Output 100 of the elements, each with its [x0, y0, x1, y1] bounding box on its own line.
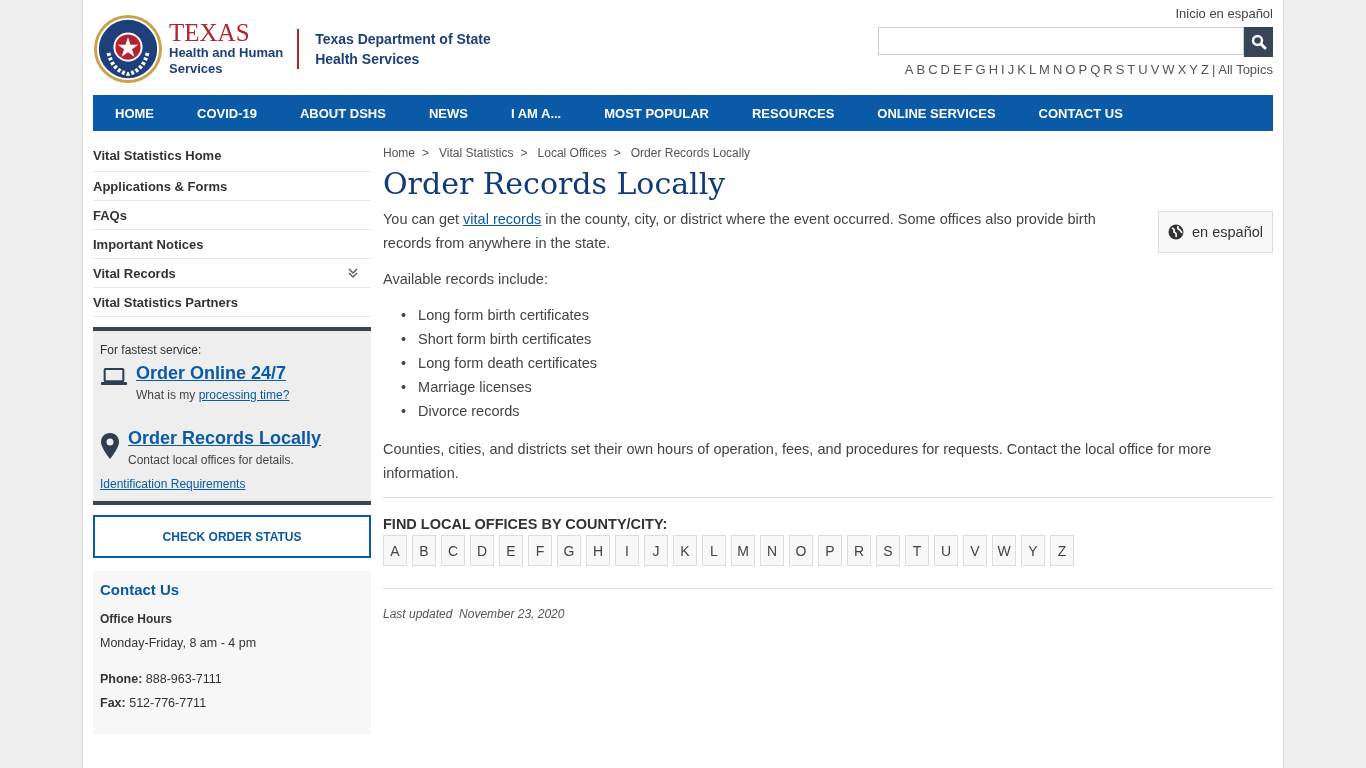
sidebar-item[interactable]: Important Notices: [93, 230, 371, 259]
az-letter-link[interactable]: J: [1007, 62, 1015, 77]
sidebar-item[interactable]: Vital Records: [93, 259, 371, 288]
county-letter-button[interactable]: I: [615, 535, 639, 566]
az-letter-link[interactable]: B: [916, 62, 926, 77]
az-letter-link[interactable]: D: [940, 62, 950, 77]
hours-label: Office Hours: [100, 612, 172, 626]
hours-paragraph: Counties, cities, and districts set their own hours of operation, fees, and procedures for requests. Contact the local office for more information.: [383, 440, 1213, 483]
county-letter-button[interactable]: N: [760, 535, 784, 566]
county-letter-button[interactable]: L: [702, 535, 726, 566]
county-letter-button[interactable]: W: [992, 535, 1016, 566]
az-letter-link[interactable]: P: [1078, 62, 1088, 77]
nav-link[interactable]: CONTACT US: [1028, 105, 1133, 121]
identification-link[interactable]: Identification Requirements: [100, 477, 246, 491]
county-letter-button[interactable]: K: [673, 535, 697, 566]
breadcrumb-link[interactable]: Order Records Locally: [630, 146, 751, 160]
az-letter-link[interactable]: C: [928, 62, 938, 77]
az-letter-link[interactable]: Y: [1189, 62, 1198, 77]
county-letter-button[interactable]: Z: [1050, 535, 1074, 566]
double-chevron-icon[interactable]: [347, 267, 359, 279]
language-button[interactable]: en español: [1158, 211, 1273, 253]
sidebar-item[interactable]: Vital Statistics Home: [93, 146, 371, 172]
az-letter-link[interactable]: T: [1127, 62, 1136, 77]
sidebar-item[interactable]: Applications & Forms: [93, 172, 371, 201]
spanish-home-link[interactable]: Inicio en español: [1175, 6, 1273, 21]
order-locally-link[interactable]: Order Records Locally: [128, 428, 322, 448]
az-letter-link[interactable]: S: [1115, 62, 1125, 77]
nav-link[interactable]: HOME: [105, 105, 164, 121]
county-letter-button[interactable]: O: [789, 535, 813, 566]
sidebar-link[interactable]: Applications & Forms: [93, 178, 228, 194]
county-letter-button[interactable]: V: [963, 535, 987, 566]
globe-icon: [1168, 224, 1185, 240]
az-letter-link[interactable]: U: [1138, 62, 1148, 77]
county-letter-button[interactable]: B: [412, 535, 436, 566]
az-letter-link[interactable]: R: [1103, 62, 1113, 77]
az-letter-link[interactable]: Z: [1200, 62, 1209, 77]
county-letter-button[interactable]: S: [876, 535, 900, 566]
processing-time-link[interactable]: processing time?: [198, 388, 290, 402]
county-letter-button[interactable]: M: [731, 535, 755, 566]
contact-heading: Contact Us: [100, 581, 180, 598]
breadcrumb-separator: >: [613, 146, 621, 160]
county-letter-button[interactable]: J: [644, 535, 668, 566]
nav-link[interactable]: COVID-19: [187, 105, 267, 121]
az-letter-link[interactable]: F: [964, 62, 973, 77]
panel-intro: For fastest service:: [100, 343, 203, 357]
nav-link[interactable]: MOST POPULAR: [594, 105, 719, 121]
records-heading: Available records include:: [383, 270, 549, 289]
az-separator: |: [1211, 62, 1216, 77]
search-button[interactable]: [1244, 27, 1273, 57]
az-letter-link[interactable]: G: [975, 62, 986, 77]
breadcrumb-link[interactable]: Home: [383, 146, 415, 160]
nav-link[interactable]: NEWS: [418, 105, 478, 121]
county-letter-button[interactable]: A: [383, 535, 407, 566]
az-letter-link[interactable]: V: [1150, 62, 1160, 77]
nav-link[interactable]: RESOURCES: [741, 105, 845, 121]
nav-link[interactable]: I AM A...: [500, 105, 572, 121]
az-letter-link[interactable]: I: [1001, 62, 1005, 77]
sidebar-link[interactable]: Important Notices: [93, 236, 204, 252]
breadcrumb-link[interactable]: Vital Statistics: [439, 146, 514, 160]
county-letter-button[interactable]: D: [470, 535, 494, 566]
sidebar-item[interactable]: FAQs: [93, 201, 371, 230]
county-letter-button[interactable]: E: [499, 535, 523, 566]
county-letter-button[interactable]: P: [818, 535, 842, 566]
az-letter-link[interactable]: L: [1028, 62, 1037, 77]
sidebar-item[interactable]: Vital Statistics Partners: [93, 288, 371, 317]
az-letter-link[interactable]: X: [1177, 62, 1187, 77]
county-letter-button[interactable]: C: [441, 535, 465, 566]
logo-subtitle: Health and Human Services: [169, 44, 284, 77]
check-status-button[interactable]: CHECK ORDER STATUS: [93, 515, 371, 558]
bullet: •: [401, 402, 407, 421]
sidebar-link[interactable]: Vital Statistics Partners: [93, 294, 238, 310]
az-letter-link[interactable]: W: [1162, 62, 1175, 77]
county-letter-button[interactable]: R: [847, 535, 871, 566]
nav-link[interactable]: ABOUT DSHS: [289, 105, 396, 121]
az-letter-link[interactable]: M: [1039, 62, 1050, 77]
az-letter-link[interactable]: E: [952, 62, 962, 77]
nav-link[interactable]: ONLINE SERVICES: [867, 105, 1006, 121]
vital-records-link[interactable]: vital records: [463, 211, 542, 227]
az-letter-link[interactable]: H: [988, 62, 999, 77]
sidebar-link[interactable]: FAQs: [93, 207, 127, 223]
all-topics-link[interactable]: All Topics: [1218, 62, 1273, 77]
az-letter-link[interactable]: N: [1052, 62, 1063, 77]
az-letter-link[interactable]: K: [1017, 62, 1026, 77]
az-letter-link[interactable]: Q: [1090, 62, 1101, 77]
find-heading: FIND LOCAL OFFICES BY COUNTY/CITY:: [383, 516, 669, 532]
county-letter-button[interactable]: U: [934, 535, 958, 566]
az-letter-link[interactable]: O: [1065, 62, 1076, 77]
sidebar-link[interactable]: Vital Statistics Home: [93, 148, 222, 163]
breadcrumb-separator: >: [422, 146, 430, 160]
az-letter-link[interactable]: A: [904, 62, 914, 77]
county-letter-button[interactable]: T: [905, 535, 929, 566]
page-title: Order Records Locally: [383, 166, 727, 201]
county-letter-button[interactable]: H: [586, 535, 610, 566]
search-field[interactable]: [878, 27, 1244, 55]
sidebar-link[interactable]: Vital Records: [93, 265, 176, 281]
breadcrumb-link[interactable]: Local Offices: [537, 146, 607, 160]
county-letter-button[interactable]: Y: [1021, 535, 1045, 566]
county-letter-button[interactable]: F: [528, 535, 552, 566]
county-letter-button[interactable]: G: [557, 535, 581, 566]
order-online-link[interactable]: Order Online 24/7: [136, 363, 287, 383]
